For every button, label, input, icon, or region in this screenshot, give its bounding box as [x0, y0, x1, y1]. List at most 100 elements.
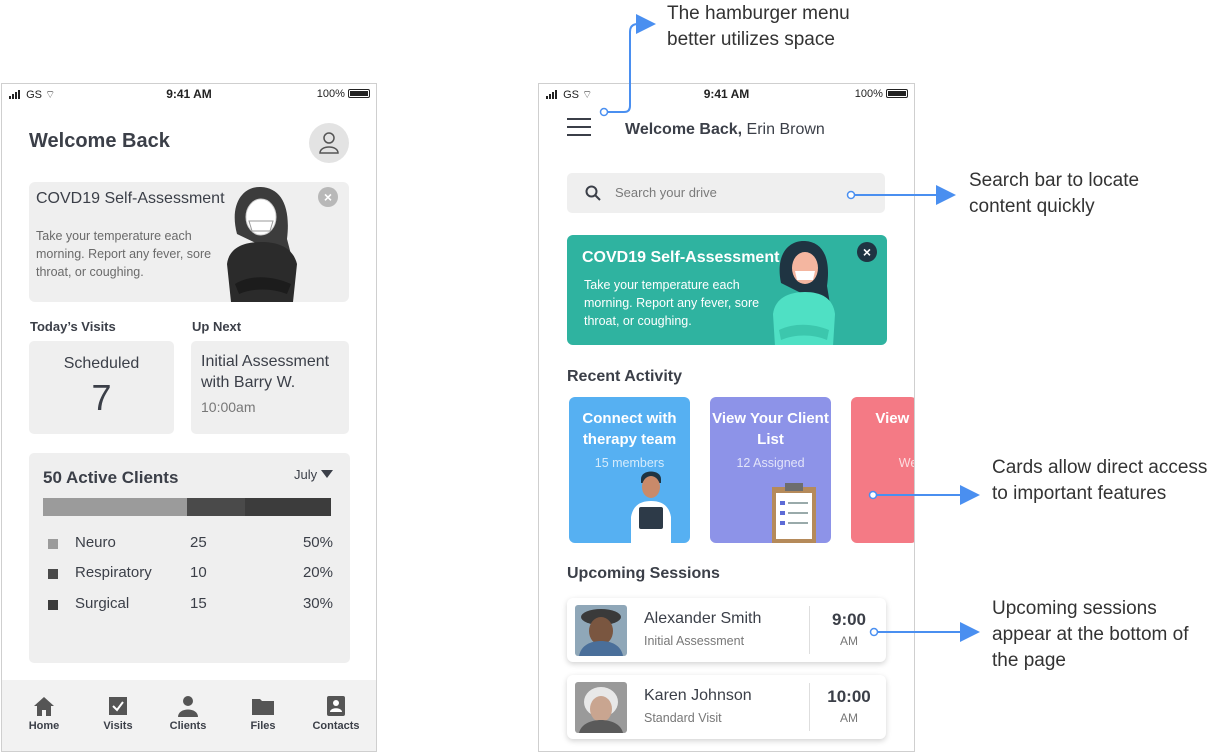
covid-card-text: Take your temperature each morning. Repo…: [36, 229, 212, 279]
client-category-count: 10: [190, 564, 207, 581]
session-type: Standard Visit: [644, 711, 722, 725]
covid-assessment-card[interactable]: COVD19 Self-Assessment Take your tempera…: [29, 182, 349, 302]
contact-card-icon: [327, 696, 345, 716]
client-category-percent: 50%: [302, 534, 333, 551]
up-next-title: Initial Assessment with Barry W.: [201, 353, 330, 391]
session-client-name: Alexander Smith: [644, 610, 762, 627]
activity-card-title: Connect with therapy team: [582, 410, 677, 448]
nurse-illustration: [773, 240, 835, 345]
tab-label: Contacts: [312, 720, 360, 732]
client-row: Surgical 15 30%: [43, 595, 333, 615]
close-icon[interactable]: ×: [857, 242, 877, 262]
activity-card-subtitle: Wee: [898, 456, 914, 470]
legend-swatch: [48, 539, 58, 549]
client-row: Neuro 25 50%: [43, 534, 333, 554]
covid-assessment-card[interactable]: COVD19 Self-Assessment Take your tempera…: [567, 235, 887, 345]
session-client-name: Karen Johnson: [644, 687, 752, 704]
session-type: Initial Assessment: [644, 634, 745, 648]
up-next-card[interactable]: Initial Assessment with Barry W. 10:00am: [191, 341, 349, 434]
scheduled-visits-card[interactable]: Scheduled 7: [29, 341, 174, 434]
annotation-search: Search bar to locate content quickly: [969, 170, 1140, 217]
search-icon: [585, 185, 601, 201]
tab-visits[interactable]: Visits: [88, 694, 148, 732]
home-icon: [34, 697, 54, 716]
legend-swatch: [48, 569, 58, 579]
welcome-prefix: Welcome Back,: [625, 121, 743, 138]
client-bar-segment: [244, 498, 331, 516]
activity-card-title: View Prod: [875, 410, 914, 427]
status-bar: GS ⌔ 9:41 AM 100%: [2, 84, 376, 106]
activity-card-client-list[interactable]: View Your Client List 12 Assigned: [710, 397, 831, 543]
battery-label: 100%: [854, 88, 883, 100]
annotation-sessions: Upcoming sessions appear at the bottom o…: [992, 598, 1189, 671]
activity-card-subtitle: 12 Assigned: [736, 456, 805, 470]
bottom-tab-bar: Home Visits Clients Files Contacts: [2, 680, 376, 751]
client-category-name: Neuro: [75, 534, 116, 551]
tab-files[interactable]: Files: [233, 694, 293, 732]
client-distribution-bar: [43, 498, 331, 516]
session-ampm: AM: [840, 711, 858, 725]
activity-card-subtitle: 15 members: [594, 456, 665, 470]
search-input[interactable]: Search your drive: [567, 173, 885, 213]
tab-home[interactable]: Home: [14, 694, 74, 732]
user-icon: [319, 132, 339, 154]
recent-activity-label: Recent Activity: [567, 368, 682, 385]
annotation-cards: Cards allow direct access to important f…: [992, 457, 1208, 504]
close-icon[interactable]: ×: [318, 187, 338, 207]
doctor-illustration: [631, 471, 671, 543]
tab-contacts[interactable]: Contacts: [306, 694, 366, 732]
avatar: [575, 682, 627, 733]
session-card[interactable]: Karen Johnson Standard Visit 10:00 AM: [567, 675, 886, 739]
client-category-percent: 30%: [302, 595, 333, 612]
right-phone-screen: GS ⌔ 9:41 AM 100% Welcome Back, Erin Bro…: [538, 83, 915, 752]
scheduled-label: Scheduled: [63, 355, 140, 372]
page-title: Welcome Back: [29, 130, 170, 152]
activity-card-productivity[interactable]: View Prod Wee: [851, 397, 914, 543]
covid-card-title: COVD19 Self-Assessment: [582, 249, 780, 266]
battery-indicator: 100%: [317, 88, 370, 100]
left-phone-screen: GS ⌔ 9:41 AM 100% Welcome Back COVD19 Se…: [1, 83, 377, 752]
active-clients-title: 50 Active Clients: [43, 468, 179, 487]
tab-label: Home: [28, 720, 60, 732]
divider: [809, 683, 810, 731]
tab-clients[interactable]: Clients: [158, 694, 218, 732]
avatar[interactable]: [309, 123, 349, 163]
masked-person-illustration: [227, 186, 297, 302]
status-bar: GS ⌔ 9:41 AM 100%: [539, 84, 914, 106]
up-next-time: 10:00am: [201, 399, 256, 415]
search-placeholder: Search your drive: [615, 185, 717, 200]
battery-indicator: 100%: [855, 88, 908, 100]
activity-card-title: View Your Client List: [712, 410, 829, 448]
session-time: 9:00: [831, 610, 867, 629]
client-photo: [575, 682, 627, 733]
todays-visits-label: Today’s Visits: [30, 319, 116, 334]
upcoming-sessions-label: Upcoming Sessions: [567, 565, 720, 582]
active-clients-card: 50 Active Clients July Neuro 25 50% Resp…: [29, 453, 350, 663]
session-time: 10:00: [827, 687, 871, 706]
month-dropdown[interactable]: July: [294, 467, 334, 482]
client-category-name: Surgical: [75, 595, 130, 612]
legend-swatch: [48, 600, 58, 610]
avatar: [575, 605, 627, 656]
up-next-label: Up Next: [192, 319, 242, 334]
client-category-count: 15: [190, 595, 207, 612]
check-icon: [109, 697, 127, 715]
month-label: July: [294, 467, 318, 482]
tab-label: Files: [250, 720, 276, 732]
activity-card-therapy-team[interactable]: Connect with therapy team 15 members: [569, 397, 690, 543]
scheduled-count: 7: [91, 377, 112, 418]
client-bar-segment: [43, 498, 187, 516]
clipboard-icon: [772, 483, 816, 543]
session-ampm: AM: [840, 634, 858, 648]
battery-icon: [886, 89, 908, 98]
hamburger-menu-icon[interactable]: [567, 118, 591, 136]
annotation-hamburger: The hamburger menu better utilizes space: [667, 3, 850, 50]
welcome-greeting: Welcome Back, Erin Brown: [625, 121, 825, 139]
client-category-name: Respiratory: [75, 564, 152, 581]
user-name: Erin Brown: [746, 121, 825, 138]
client-category-percent: 20%: [302, 564, 333, 581]
covid-card-title: COVD19 Self-Assessment: [36, 190, 225, 207]
person-icon: [178, 696, 198, 717]
session-card[interactable]: Alexander Smith Initial Assessment 9:00 …: [567, 598, 886, 662]
divider: [809, 606, 810, 654]
